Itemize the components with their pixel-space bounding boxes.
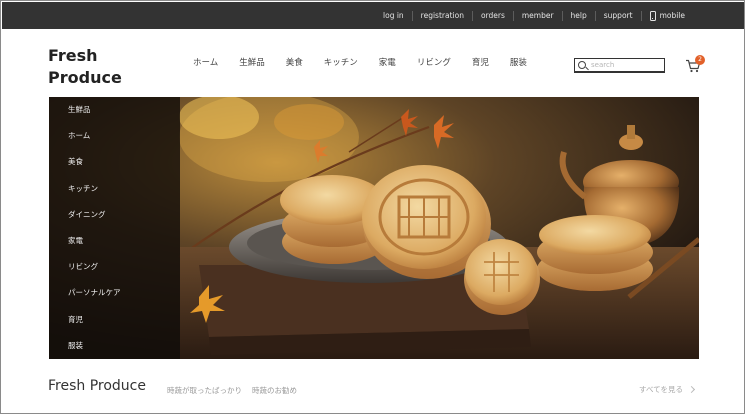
- see-all-link[interactable]: すべてを見る: [639, 384, 696, 395]
- side-item-personal-care[interactable]: パーソナルケア: [49, 284, 180, 310]
- hero-section: 生鮮品 ホーム 美食 キッチン ダイニング 家電 リビング パーソナルケア 育児…: [49, 97, 699, 359]
- top-bar: log in registration orders member help s…: [2, 2, 744, 29]
- nav-item-home[interactable]: ホーム: [193, 56, 218, 68]
- search-box[interactable]: [574, 58, 665, 73]
- top-links: log in registration orders member help s…: [375, 2, 693, 29]
- nav-item-childcare[interactable]: 育児: [472, 56, 489, 68]
- section-subtitle-link[interactable]: 時蔬のお勧め: [252, 385, 297, 396]
- logo-line-1: Fresh: [48, 46, 98, 65]
- main-nav: ホーム 生鮮品 美食 キッチン 家電 リビング 育児 服装: [193, 56, 548, 68]
- logo-line-2: Produce: [48, 68, 122, 87]
- section-subtitles: 時蔬が取ったばっかり 時蔬のお勧め: [167, 385, 307, 396]
- nav-item-clothing[interactable]: 服装: [510, 56, 527, 68]
- site-logo[interactable]: Fresh Produce: [48, 45, 122, 89]
- side-item-fresh[interactable]: 生鮮品: [49, 101, 180, 127]
- search-icon[interactable]: [578, 61, 586, 69]
- member-link[interactable]: member: [512, 10, 562, 21]
- side-item-clothing[interactable]: 服装: [49, 337, 180, 359]
- side-item-childcare[interactable]: 育児: [49, 311, 180, 337]
- search-input[interactable]: [591, 61, 661, 69]
- side-item-kitchen[interactable]: キッチン: [49, 180, 180, 206]
- help-link[interactable]: help: [561, 10, 595, 21]
- side-item-gourmet[interactable]: 美食: [49, 153, 180, 179]
- nav-item-appliances[interactable]: 家電: [379, 56, 396, 68]
- orders-link[interactable]: orders: [471, 10, 513, 21]
- nav-item-kitchen[interactable]: キッチン: [324, 56, 358, 68]
- section-subtitle-link[interactable]: 時蔬が取ったばっかり: [167, 385, 242, 396]
- category-side-menu: 生鮮品 ホーム 美食 キッチン ダイニング 家電 リビング パーソナルケア 育児…: [49, 97, 180, 359]
- side-item-living[interactable]: リビング: [49, 258, 180, 284]
- mobile-label: mobile: [659, 10, 685, 20]
- mobile-link[interactable]: mobile: [640, 10, 693, 21]
- nav-item-fresh[interactable]: 生鮮品: [239, 56, 265, 68]
- mobile-phone-icon: [649, 10, 656, 21]
- registration-link[interactable]: registration: [411, 10, 472, 21]
- page-frame: log in registration orders member help s…: [0, 0, 745, 414]
- login-link[interactable]: log in: [375, 11, 412, 21]
- chevron-right-icon: [687, 385, 696, 394]
- see-all-label: すべてを見る: [639, 385, 684, 394]
- nav-item-living[interactable]: リビング: [417, 56, 451, 68]
- nav-item-gourmet[interactable]: 美食: [286, 56, 303, 68]
- side-item-appliances[interactable]: 家電: [49, 232, 180, 258]
- side-item-home[interactable]: ホーム: [49, 127, 180, 153]
- support-link[interactable]: support: [594, 10, 641, 21]
- section-title: Fresh Produce: [48, 378, 146, 394]
- side-item-dining[interactable]: ダイニング: [49, 206, 180, 232]
- cart-count-badge: 2: [695, 55, 705, 65]
